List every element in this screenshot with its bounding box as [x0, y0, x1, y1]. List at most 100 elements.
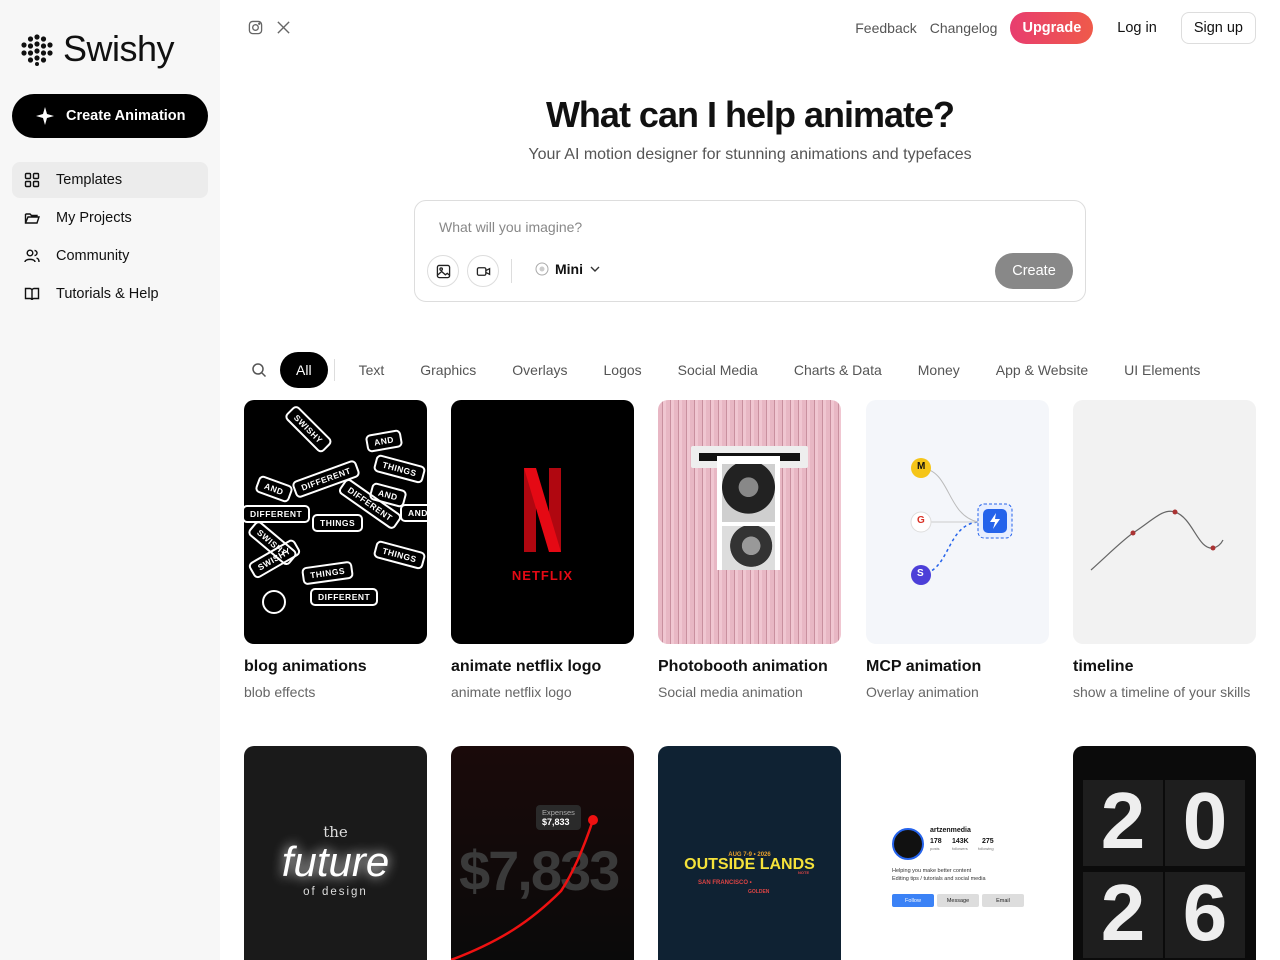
thumb-tag: THINGS — [300, 560, 355, 586]
filter-chip-social-media[interactable]: Social Media — [660, 352, 776, 388]
template-card[interactable]: $7,833 Expenses $7,833 — [451, 746, 634, 960]
upgrade-button[interactable]: Upgrade — [1010, 12, 1094, 44]
thumb-tag: AND — [400, 504, 427, 522]
expenses-tooltip: Expenses $7,833 — [536, 805, 581, 830]
sidebar-item-templates[interactable]: Templates — [12, 162, 208, 198]
filter-chip-charts-data[interactable]: Charts & Data — [776, 352, 900, 388]
top-nav: Feedback Changelog Upgrade Log in Sign u… — [855, 12, 1256, 44]
thumb-tag: THINGS — [372, 453, 427, 485]
profile-posts-label: posts — [930, 846, 940, 851]
filter-chip-logos[interactable]: Logos — [586, 352, 660, 388]
tooltip-label: Expenses — [542, 808, 575, 817]
filter-chip-app-website[interactable]: App & Website — [978, 352, 1106, 388]
instagram-icon[interactable] — [248, 20, 263, 35]
filter-search-button[interactable] — [248, 359, 270, 381]
photo-portrait — [722, 464, 775, 522]
card-thumbnail-mcp: M G S — [866, 400, 1049, 644]
create-submit-button[interactable]: Create — [995, 253, 1073, 289]
card-subtitle: Overlay animation — [866, 684, 979, 700]
profile-bio-1: Helping you make better content — [892, 868, 972, 874]
festival-city: SAN FRANCISCO • — [698, 880, 752, 886]
filter-chip-overlays[interactable]: Overlays — [494, 352, 585, 388]
profile-avatar — [892, 828, 924, 860]
future-of-design: of design — [303, 886, 368, 898]
login-button[interactable]: Log in — [1105, 20, 1169, 36]
x-icon[interactable] — [276, 20, 291, 35]
page-title: What can I help animate? — [545, 94, 955, 135]
year-digit: 0 — [1182, 776, 1228, 865]
photo-portrait — [722, 526, 775, 570]
card-thumbnail-blog: SWISHY AND THINGS DIFFERENT AND DIFFEREN… — [244, 400, 427, 644]
sidebar-item-my-projects[interactable]: My Projects — [12, 200, 208, 236]
sidebar-item-label: Templates — [56, 172, 123, 188]
template-card[interactable]: Photobooth animation Social media animat… — [658, 400, 841, 702]
template-card[interactable]: 2 0 2 6 — [1073, 746, 1256, 960]
profile-following-label: following — [978, 846, 994, 851]
filter-chip-graphics[interactable]: Graphics — [402, 352, 494, 388]
filter-chip-all[interactable]: All — [280, 352, 328, 388]
template-card[interactable]: timeline show a timeline of your skills — [1073, 400, 1256, 702]
search-icon — [252, 363, 267, 378]
sparkle-icon — [36, 107, 54, 125]
filter-chip-money[interactable]: Money — [900, 352, 978, 388]
filter-chip-ui-elements[interactable]: UI Elements — [1106, 352, 1218, 388]
card-thumbnail-profile: artzenmedia 178 posts 143K followers 275… — [866, 746, 1049, 960]
feedback-link[interactable]: Feedback — [855, 20, 916, 36]
brand-logo[interactable]: Swishy — [20, 28, 175, 70]
template-card[interactable]: the future of design — [244, 746, 427, 960]
card-thumbnail-netflix: NETFLIX — [451, 400, 634, 644]
sidebar-item-tutorials-help[interactable]: Tutorials & Help — [12, 276, 208, 312]
toolbar-divider — [511, 259, 512, 283]
profile-name: artzenmedia — [930, 827, 971, 834]
template-card[interactable]: AUG 7-9 • 2026 OUTSIDE LANDS SAN FRANCIS… — [658, 746, 841, 960]
category-filters: All Text Graphics Overlays Logos Social … — [248, 352, 1258, 388]
sidebar-item-label: Tutorials & Help — [56, 286, 159, 302]
thumb-tag: AND — [364, 429, 404, 453]
thumb-tag: DIFFERENT — [310, 588, 379, 606]
netflix-wordmark: NETFLIX — [511, 568, 574, 583]
thumb-tag: THINGS — [372, 539, 427, 571]
thumb-circle — [262, 590, 286, 614]
model-selector[interactable]: Mini — [535, 261, 601, 277]
upload-video-button[interactable] — [467, 255, 499, 287]
thumb-tag: SWISHY — [283, 404, 334, 454]
expenses-line-graphic — [451, 815, 598, 960]
prompt-input[interactable]: What will you imagine? — [439, 219, 582, 235]
profile-followers: 143K — [952, 838, 969, 845]
card-title: animate netflix logo — [451, 658, 602, 675]
folder-icon — [24, 213, 40, 224]
sidebar-nav: Templates My Projects Community Tutorial… — [12, 162, 208, 314]
brand-name: Swishy — [63, 28, 175, 69]
card-subtitle: show a timeline of your skills — [1073, 684, 1251, 700]
profile-followers-label: followers — [952, 846, 968, 851]
mcp-badge: M — [917, 461, 926, 472]
tooltip-value: $7,833 — [542, 817, 570, 827]
logo-mark-icon — [21, 33, 53, 66]
mcp-badge: S — [917, 568, 924, 579]
changelog-link[interactable]: Changelog — [930, 20, 998, 36]
template-card[interactable]: SWISHY AND THINGS DIFFERENT AND DIFFEREN… — [244, 400, 427, 702]
filter-chip-text[interactable]: Text — [341, 352, 403, 388]
netflix-n-icon — [524, 468, 561, 552]
year-digit: 2 — [1100, 868, 1146, 957]
profile-message-button: Message — [937, 894, 979, 907]
card-thumbnail-outside-lands: AUG 7-9 • 2026 OUTSIDE LANDS SAN FRANCIS… — [658, 746, 841, 960]
chevron-down-icon — [590, 266, 600, 272]
sidebar-item-label: Community — [56, 248, 130, 264]
sidebar: Swishy Create Animation Templates My Pro… — [0, 0, 220, 960]
create-animation-button[interactable]: Create Animation — [12, 94, 208, 138]
template-card[interactable]: NETFLIX animate netflix logo animate net… — [451, 400, 634, 702]
filter-divider — [333, 359, 335, 381]
sidebar-item-community[interactable]: Community — [12, 238, 208, 274]
template-card[interactable]: artzenmedia 178 posts 143K followers 275… — [866, 746, 1049, 960]
thumb-tag: AND — [254, 474, 294, 504]
template-card[interactable]: M G S MCP animation Overlay animation — [866, 400, 1049, 702]
signup-button[interactable]: Sign up — [1180, 12, 1256, 44]
future-word: future — [281, 838, 390, 885]
card-title: timeline — [1073, 658, 1134, 675]
year-digit: 2 — [1100, 776, 1146, 865]
upload-image-button[interactable] — [427, 255, 459, 287]
page-subtitle: Your AI motion designer for stunning ani… — [528, 146, 972, 163]
timeline-curve-graphic — [1090, 509, 1224, 571]
model-icon — [535, 262, 549, 276]
